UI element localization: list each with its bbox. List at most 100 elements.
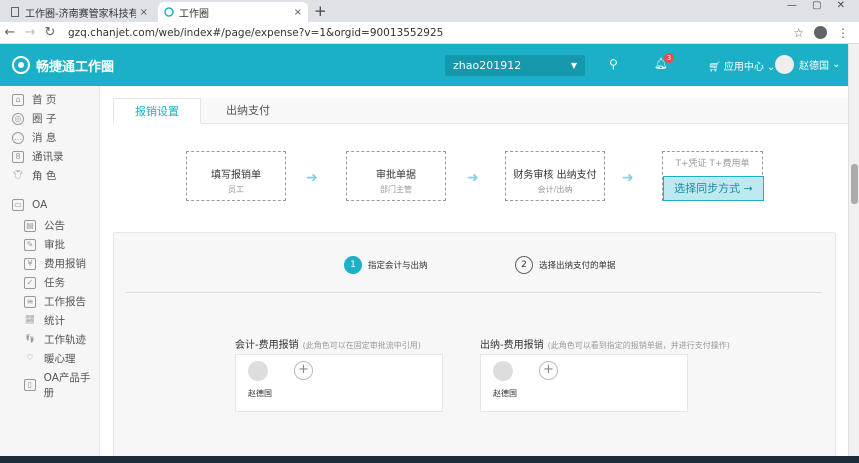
sidebar-item-manual[interactable]: ▯ OA产品手册 <box>24 370 99 400</box>
step-1[interactable]: 1 指定会计与出纳 <box>344 256 428 274</box>
menu-icon[interactable]: ⋮ <box>837 26 849 40</box>
back-icon[interactable]: ← <box>0 25 20 40</box>
sidebar-item-track[interactable]: 👣︎ 工作轨迹 <box>24 332 86 347</box>
scrollbar-thumb[interactable] <box>851 164 858 204</box>
role-title-text: 会计-费用报销 <box>235 340 299 351</box>
sidebar-item-label: 费用报销 <box>44 258 86 270</box>
caret-down-icon: ▼ <box>570 61 577 70</box>
logo-text: 畅捷通工作圈 <box>36 59 115 75</box>
browser-tabbar: 工作圈-济南赛管家科技有限公司 × 工作圈 × + — ▢ ✕ <box>0 0 859 22</box>
sidebar-item-message[interactable]: … 消 息 <box>12 130 56 145</box>
forward-icon[interactable]: → <box>20 25 40 40</box>
flow-step-sub: 员工 <box>228 185 244 194</box>
browser-tab-1[interactable]: 工作圈-济南赛管家科技有限公司 × <box>4 2 154 22</box>
sidebar-item-label: 公告 <box>44 220 65 232</box>
app-center-label: 应用中心 <box>723 62 764 73</box>
sidebar-item-approval[interactable]: ✎ 审批 <box>24 237 65 252</box>
settings-tabs: 报销设置 出纳支付 <box>113 98 848 124</box>
reload-icon[interactable]: ↻ <box>40 25 60 40</box>
sidebar-item-care[interactable]: ♡ 暖心理 <box>24 351 75 366</box>
os-taskbar <box>0 456 859 463</box>
sidebar-item-contacts[interactable]: 8 通讯录 <box>12 149 64 164</box>
browser-tab-title: 工作圈-济南赛管家科技有限公司 <box>25 8 136 20</box>
role-title-cashier: 出纳-费用报销 (此角色可以看到指定的报销单据，并进行支付操作) <box>480 336 730 351</box>
add-member-button[interactable]: + <box>539 361 558 380</box>
sidebar-item-oa[interactable]: ▭ OA <box>12 199 47 211</box>
search-icon[interactable]: ⚲ <box>609 57 618 71</box>
sidebar-item-label: 任务 <box>44 277 65 289</box>
role-title-text: 出纳-费用报销 <box>480 340 544 351</box>
close-icon[interactable]: × <box>294 7 302 18</box>
step-number: 2 <box>515 256 533 274</box>
select-sync-button[interactable]: 选择同步方式 → <box>663 176 764 201</box>
role-hint: (此角色可以看到指定的报销单据，并进行支付操作) <box>547 341 730 350</box>
sidebar-item-label: 首 页 <box>32 94 57 106</box>
step-label: 选择出纳支付的单据 <box>539 261 616 271</box>
sidebar-item-label: OA产品手册 <box>43 372 91 399</box>
sidebar-item-label: 角 色 <box>32 170 57 182</box>
stats-icon: 📈︎ <box>24 314 36 324</box>
browser-tab-2[interactable]: 工作圈 × <box>158 2 308 22</box>
chevron-down-icon: ⌄ <box>829 59 841 70</box>
flow-step-sub: 会计/出纳 <box>537 185 573 194</box>
sidebar-item-label: 消 息 <box>32 132 57 144</box>
sidebar-item-role[interactable]: 👕︎ 角 色 <box>12 168 56 183</box>
tab-expense-settings[interactable]: 报销设置 <box>113 98 201 124</box>
role-member-name: 赵德国 <box>493 389 517 398</box>
logo-icon <box>12 56 30 74</box>
org-select-value: zhao201912 <box>453 59 522 72</box>
report-icon: ≡ <box>24 295 36 308</box>
sidebar-item-label: 工作报告 <box>44 296 86 308</box>
close-icon[interactable]: × <box>140 7 148 18</box>
tab-cashier-payment[interactable]: 出纳支付 <box>213 98 283 124</box>
role-box-cashier: 赵德国 + <box>480 354 688 412</box>
sidebar-item-stats[interactable]: 📈︎ 统计 <box>24 313 65 328</box>
sidebar-item-label: OA <box>32 199 48 211</box>
sidebar-item-label: 圈 子 <box>32 113 57 125</box>
flow-step-title: 审批单据 <box>376 170 416 181</box>
sidebar-item-home[interactable]: ⌂ 首 页 <box>12 92 56 107</box>
user-menu[interactable]: 赵德国 ⌄ <box>775 55 841 74</box>
flow-step-finance: 财务审核 出纳支付 会计/出纳 <box>505 151 605 201</box>
bookmark-star-icon[interactable]: ☆ <box>793 26 804 40</box>
arrow-right-icon: ➜ <box>306 170 318 186</box>
app-center-menu[interactable]: 🛒︎ 应用中心 ⌄ <box>708 58 775 73</box>
sidebar-item-expense[interactable]: ¥ 费用报销 <box>24 256 86 271</box>
app-logo[interactable]: 畅捷通工作圈 <box>12 56 114 75</box>
sidebar-item-task[interactable]: ✓ 任务 <box>24 275 65 290</box>
sidebar-item-announcement[interactable]: ▤ 公告 <box>24 218 65 233</box>
profile-icon[interactable] <box>814 26 827 39</box>
role-box-accountant: 赵德国 + <box>235 354 443 412</box>
announce-icon: ▤ <box>24 219 36 232</box>
sync-options: T+凭证 T+费用单 <box>675 159 750 169</box>
home-icon: ⌂ <box>12 93 24 106</box>
sidebar-item-report[interactable]: ≡ 工作报告 <box>24 294 86 309</box>
settings-panel: 1 指定会计与出纳 2 选择出纳支付的单据 会计-费用报销 (此角色可以在固定审批… <box>113 232 836 463</box>
document-icon <box>11 7 19 17</box>
monitor-icon: ▭ <box>12 199 24 211</box>
divider <box>126 292 822 293</box>
expense-icon: ¥ <box>24 257 36 270</box>
notification-badge: 3 <box>664 53 674 63</box>
step-label: 指定会计与出纳 <box>368 261 428 271</box>
sidebar: ⌂ 首 页 ◎ 圈 子 … 消 息 8 通讯录 👕︎ 角 色 ▭ OA ▤ 公告 ✎ 审批 ¥ 费… <box>0 86 100 463</box>
arrow-right-icon: ➜ <box>467 170 479 186</box>
app-header: 畅捷通工作圈 zhao201912 ▼ ⚲ 🔔︎ 3 🛒︎ 应用中心 ⌄ 赵德国… <box>0 44 848 86</box>
flow-step-sub: 部门主管 <box>380 185 412 194</box>
window-controls[interactable]: — ▢ ✕ <box>787 0 851 11</box>
vertical-scrollbar[interactable] <box>848 44 859 463</box>
main-content: 报销设置 出纳支付 填写报销单 员工 ➜ 审批单据 部门主管 ➜ 财务审核 出纳… <box>101 86 848 463</box>
step-2[interactable]: 2 选择出纳支付的单据 <box>515 256 616 274</box>
add-member-button[interactable]: + <box>294 361 313 380</box>
org-select[interactable]: zhao201912 ▼ <box>445 55 585 76</box>
role-hint: (此角色可以在固定审批流中引用) <box>302 341 421 350</box>
sidebar-item-label: 统计 <box>44 315 65 327</box>
new-tab-button[interactable]: + <box>314 2 327 20</box>
browser-tab-title: 工作圈 <box>179 8 209 20</box>
url-field[interactable]: gzq.chanjet.com/web/index#/page/expense?… <box>68 27 793 39</box>
sidebar-item-label: 工作轨迹 <box>44 334 86 346</box>
shirt-icon: 👕︎ <box>12 169 24 179</box>
circle-icon: ◎ <box>12 112 24 125</box>
avatar <box>493 361 513 381</box>
sidebar-item-circle[interactable]: ◎ 圈 子 <box>12 111 56 126</box>
